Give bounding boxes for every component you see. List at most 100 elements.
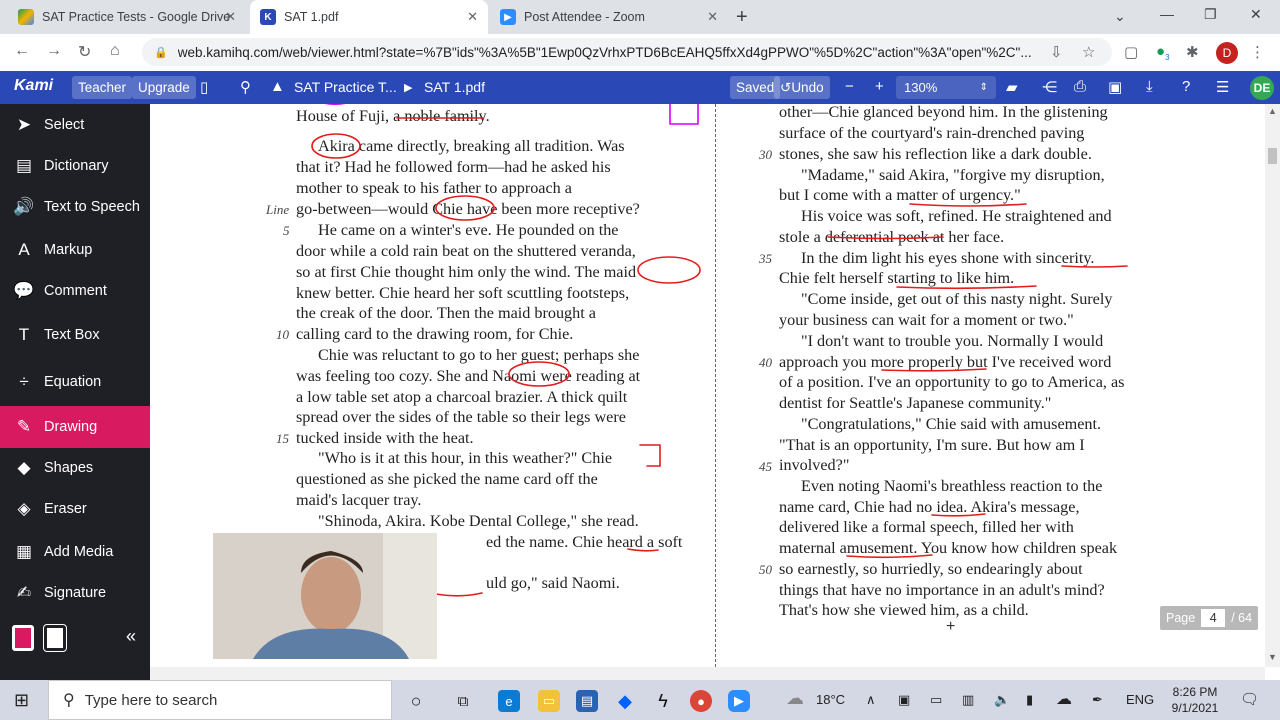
- media-icon: ▦: [15, 542, 33, 561]
- pen-tray-icon[interactable]: ✒: [1092, 692, 1103, 708]
- tool-signature[interactable]: ✍ Signature: [0, 574, 150, 612]
- close-icon[interactable]: ✕: [467, 9, 478, 25]
- layout-left-icon[interactable]: [12, 625, 34, 651]
- tool-label: Equation: [44, 374, 102, 390]
- extension-badge-icon[interactable]: ●3: [1156, 43, 1170, 62]
- dropbox-icon[interactable]: ◆: [614, 690, 636, 712]
- close-icon[interactable]: ✕: [225, 9, 236, 25]
- puzzle-icon[interactable]: ✱: [1186, 43, 1199, 61]
- text-line: uld go," said Naomi.: [486, 574, 620, 592]
- tab-sat-pdf[interactable]: K SAT 1.pdf ✕: [250, 0, 488, 34]
- url-field[interactable]: 🔒 web.kamihq.com/web/viewer.html?state=%…: [142, 38, 1112, 66]
- download-icon[interactable]: ⤓: [1146, 78, 1153, 95]
- tool-markup[interactable]: A Markup: [0, 231, 150, 269]
- tool-equation[interactable]: ÷ Equation: [0, 363, 150, 401]
- chrome-menu-icon[interactable]: ⋮: [1250, 43, 1265, 61]
- windows-start-icon[interactable]: ⊞: [14, 690, 29, 711]
- store-icon[interactable]: ▤: [576, 690, 598, 712]
- layout-right-icon[interactable]: [43, 624, 67, 652]
- tray-app-icon[interactable]: ▣: [898, 692, 910, 708]
- save-icon[interactable]: ▣: [1108, 78, 1122, 96]
- microphone-icon[interactable]: ▮: [1026, 692, 1033, 708]
- tool-add-media[interactable]: ▦ Add Media: [0, 533, 150, 571]
- tool-eraser[interactable]: ◈ Eraser: [0, 490, 150, 528]
- bookmark-star-icon[interactable]: ☆: [1082, 43, 1095, 61]
- help-icon[interactable]: ?: [1182, 78, 1190, 95]
- teacher-button[interactable]: Teacher: [72, 76, 133, 99]
- reload-icon[interactable]: ↻: [78, 42, 91, 62]
- page-number-input[interactable]: 4: [1201, 609, 1226, 627]
- breadcrumb-folder[interactable]: SAT Practice T...: [294, 79, 397, 95]
- tab-zoom[interactable]: ▶ Post Attendee - Zoom ✕: [490, 0, 728, 34]
- upgrade-button[interactable]: Upgrade: [132, 76, 196, 99]
- taskbar-search-input[interactable]: ⚲ Type here to search: [48, 680, 392, 720]
- text-line: delivered like a formal speech, filled h…: [779, 518, 1074, 536]
- chrome-icon[interactable]: ●: [690, 690, 712, 712]
- taskbar-clock[interactable]: 8:26 PM 9/1/2021: [1160, 684, 1230, 716]
- tool-text-box[interactable]: T Text Box: [0, 316, 150, 354]
- text-line: "I don't want to trouble you. Normally I…: [801, 332, 1104, 350]
- menu-icon[interactable]: ☰: [1216, 78, 1229, 96]
- cortana-icon[interactable]: ○: [405, 690, 427, 712]
- minimize-icon[interactable]: —: [1160, 6, 1174, 22]
- line-number: 35: [759, 251, 772, 266]
- tool-label: Signature: [44, 585, 107, 601]
- breadcrumb-file[interactable]: SAT 1.pdf: [424, 79, 485, 95]
- forward-icon[interactable]: →: [46, 42, 62, 60]
- weather-temp[interactable]: 18°C: [816, 692, 845, 707]
- line-number: 5: [283, 223, 290, 238]
- tool-comment[interactable]: 💬 Comment: [0, 272, 150, 310]
- scroll-thumb[interactable]: [1268, 148, 1277, 164]
- user-avatar[interactable]: DE: [1250, 76, 1274, 100]
- tray-display-icon[interactable]: ▥: [962, 692, 974, 708]
- language-indicator[interactable]: ENG: [1126, 692, 1154, 707]
- task-view-icon[interactable]: ⧉: [452, 690, 474, 712]
- tab-search-icon[interactable]: ⌄: [1114, 8, 1126, 25]
- print-icon[interactable]: ⎙: [1074, 78, 1086, 95]
- collapse-icon[interactable]: «: [126, 626, 136, 647]
- horizontal-scrollbar[interactable]: [150, 667, 1265, 680]
- undo-button[interactable]: ↺ Undo: [774, 76, 830, 99]
- notification-icon[interactable]: 🗨: [1240, 690, 1259, 708]
- tool-dictionary[interactable]: ▤ Dictionary: [0, 147, 150, 185]
- text-line: stole a deferential peek at her face.: [779, 228, 1005, 246]
- back-icon[interactable]: ←: [14, 42, 30, 60]
- profile-avatar[interactable]: D: [1216, 42, 1238, 64]
- zoom-out-icon[interactable]: −: [845, 78, 854, 95]
- install-icon[interactable]: ⇩: [1050, 43, 1063, 61]
- kami-icon: K: [260, 9, 276, 25]
- share-icon[interactable]: ⋲: [1042, 78, 1057, 96]
- folder-open-icon[interactable]: ▰: [1006, 78, 1018, 96]
- volume-icon[interactable]: 🔈: [994, 692, 1010, 708]
- tool-select[interactable]: ➤ Select: [0, 106, 150, 144]
- scroll-down-icon[interactable]: ▼: [1268, 652, 1277, 662]
- scroll-up-icon[interactable]: ▲: [1268, 106, 1277, 116]
- close-icon[interactable]: ✕: [707, 9, 718, 25]
- zoom-icon: ▶: [500, 9, 516, 25]
- tool-drawing[interactable]: ✎ Drawing: [0, 406, 150, 448]
- vertical-scrollbar[interactable]: ▲ ▼: [1265, 104, 1280, 667]
- tab-google-drive[interactable]: SAT Practice Tests - Google Drive ✕: [8, 0, 246, 34]
- equation-icon: ÷: [19, 372, 29, 391]
- file-explorer-icon[interactable]: ▭: [538, 690, 560, 712]
- window-close-icon[interactable]: ✕: [1250, 6, 1262, 23]
- search-icon[interactable]: ⚲: [240, 78, 251, 96]
- zoom-select[interactable]: 130% ⇕: [896, 76, 996, 99]
- edge-icon[interactable]: e: [498, 690, 520, 712]
- restore-icon[interactable]: ❐: [1204, 6, 1217, 23]
- zoom-in-icon[interactable]: +: [875, 78, 884, 95]
- tray-network-icon[interactable]: ▭: [930, 692, 942, 708]
- drive-icon[interactable]: ▲: [270, 78, 285, 95]
- zoom-app-icon[interactable]: ▶: [728, 690, 750, 712]
- extension-icon[interactable]: ▢: [1124, 43, 1138, 61]
- new-tab-icon[interactable]: +: [736, 6, 748, 29]
- weather-icon[interactable]: ☁: [786, 688, 804, 709]
- tool-text-to-speech[interactable]: 🔊 Text to Speech: [0, 188, 150, 226]
- tool-shapes[interactable]: ◆ Shapes: [0, 449, 150, 487]
- onedrive-icon[interactable]: ☁: [1056, 689, 1072, 709]
- text-line: "Madame," said Akira, "forgive my disrup…: [801, 166, 1105, 184]
- home-icon[interactable]: ⌂: [110, 42, 120, 60]
- tray-expand-icon[interactable]: ∧: [866, 692, 876, 708]
- sidebar-toggle-icon[interactable]: ▯: [200, 78, 208, 96]
- app-icon[interactable]: ϟ: [652, 690, 674, 712]
